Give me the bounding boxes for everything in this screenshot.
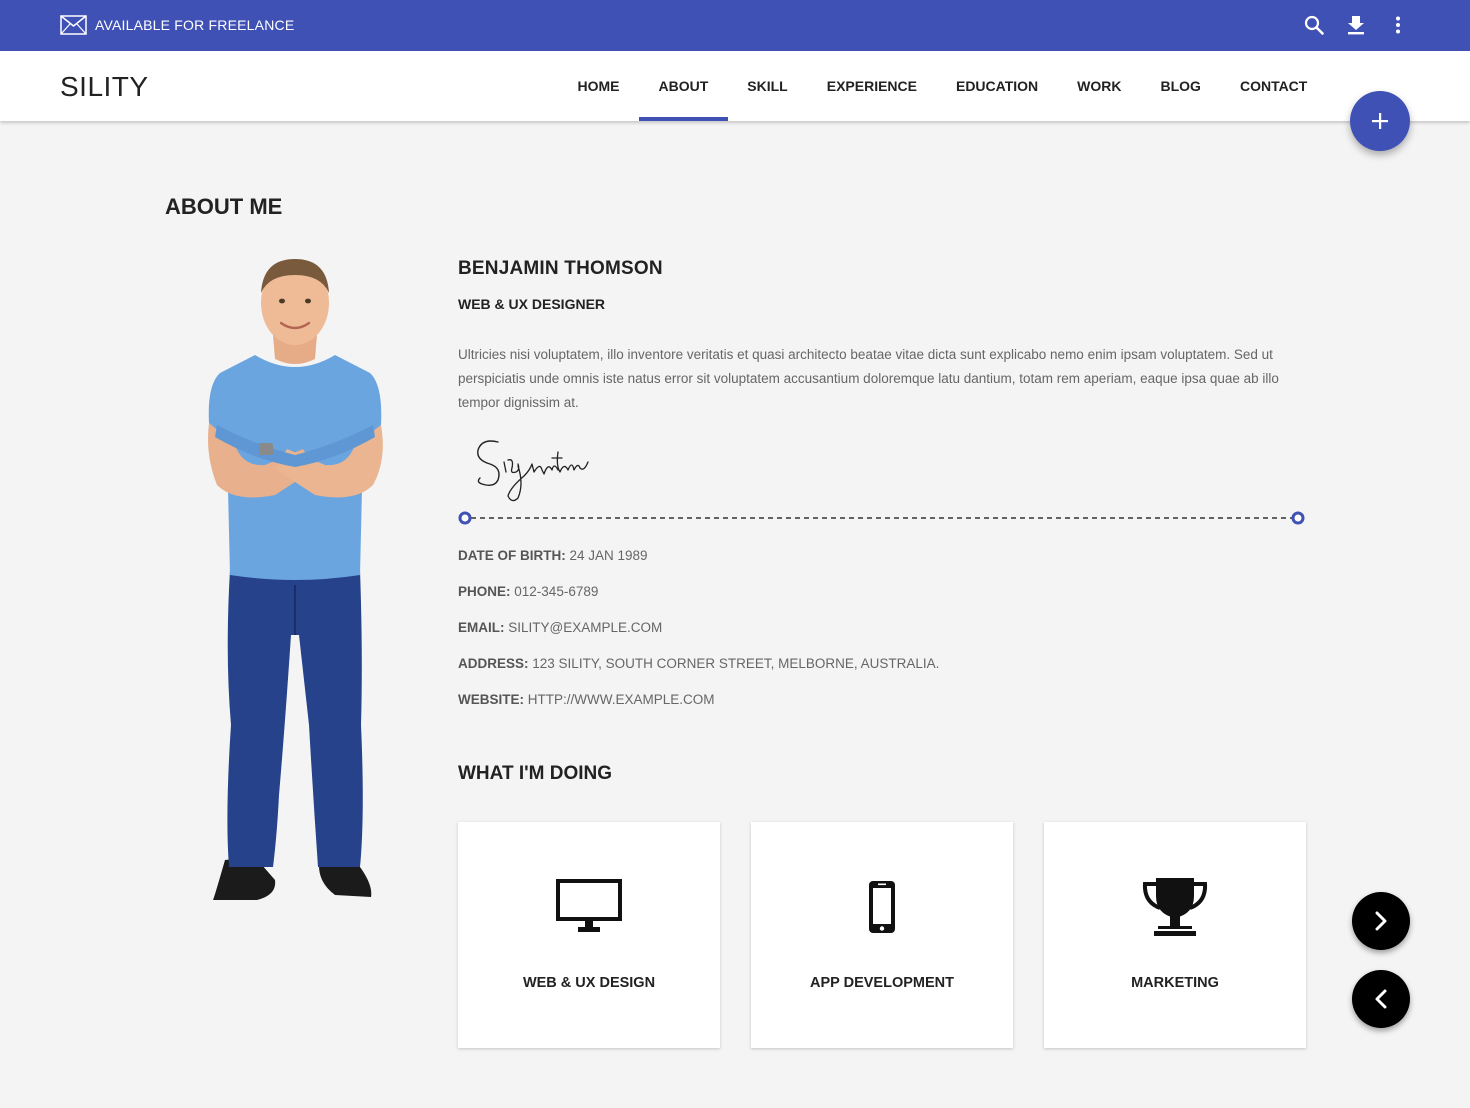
search-icon[interactable]: [1302, 13, 1326, 37]
service-card-label: APP DEVELOPMENT: [810, 975, 954, 991]
nav-menu: HOME ABOUT SKILL EXPERIENCE EDUCATION WO…: [558, 51, 1327, 121]
info-label: PHONE:: [458, 584, 511, 599]
profile-photo: [208, 259, 383, 900]
info-label: ADDRESS:: [458, 656, 529, 671]
nav-item-home[interactable]: HOME: [558, 51, 639, 121]
plus-icon: [1372, 113, 1388, 129]
next-button[interactable]: [1352, 892, 1410, 950]
service-card-label: MARKETING: [1131, 975, 1219, 991]
info-row-website: WEBSITE: HTTP://WWW.EXAMPLE.COM: [458, 690, 939, 726]
profile-name: BENJAMIN THOMSON: [458, 258, 663, 279]
timeline-divider: [458, 511, 1305, 525]
nav-item-about[interactable]: ABOUT: [639, 51, 728, 121]
phone-icon: [869, 881, 895, 933]
nav-item-education[interactable]: EDUCATION: [936, 51, 1057, 121]
service-card-label: WEB & UX DESIGN: [522, 975, 656, 991]
section-title-about: ABOUT ME: [165, 194, 283, 219]
nav-item-contact[interactable]: CONTACT: [1220, 51, 1326, 121]
service-card-web[interactable]: WEB & UX DESIGN: [458, 822, 720, 1048]
add-fab-button[interactable]: [1350, 91, 1410, 151]
main-navbar: SILITY HOME ABOUT SKILL EXPERIENCE EDUCA…: [0, 51, 1470, 121]
service-card-marketing[interactable]: MARKETING: [1044, 822, 1306, 1048]
chevron-right-icon: [1375, 911, 1387, 931]
mail-icon: [60, 15, 87, 35]
info-row-phone: PHONE: 012-345-6789: [458, 582, 939, 618]
nav-item-blog[interactable]: BLOG: [1141, 51, 1220, 121]
info-row-address: ADDRESS: 123 SILITY, SOUTH CORNER STREET…: [458, 654, 939, 690]
download-icon[interactable]: [1344, 13, 1368, 37]
info-value[interactable]: HTTP://WWW.EXAMPLE.COM: [528, 692, 715, 707]
monitor-icon: [556, 879, 622, 932]
info-label: WEBSITE:: [458, 692, 524, 707]
info-value[interactable]: SILITY@EXAMPLE.COM: [508, 620, 662, 635]
info-value: 012-345-6789: [514, 584, 599, 599]
info-label: DATE OF BIRTH:: [458, 548, 566, 563]
section-title-doing: WHAT I'M DOING: [458, 763, 613, 784]
freelance-label: AVAILABLE FOR FREELANCE: [95, 17, 295, 33]
info-row-birth: DATE OF BIRTH: 24 JAN 1989: [458, 546, 939, 582]
info-label: EMAIL:: [458, 620, 505, 635]
chevron-left-icon: [1375, 989, 1387, 1009]
more-vert-icon[interactable]: [1386, 13, 1410, 37]
personal-info: DATE OF BIRTH: 24 JAN 1989 PHONE: 012-34…: [458, 546, 939, 726]
profile-bio: Ultricies nisi voluptatem, illo inventor…: [458, 347, 1279, 410]
nav-item-experience[interactable]: EXPERIENCE: [807, 51, 936, 121]
top-bar: AVAILABLE FOR FREELANCE: [0, 0, 1470, 51]
service-card-app[interactable]: APP DEVELOPMENT: [751, 822, 1013, 1048]
previous-button[interactable]: [1352, 970, 1410, 1028]
nav-item-work[interactable]: WORK: [1058, 51, 1141, 121]
trophy-icon: [1142, 878, 1208, 936]
signature-image: [477, 440, 589, 502]
service-cards: WEB & UX DESIGN APP DEVELOPMENT MARKETIN…: [458, 822, 1306, 1048]
site-logo[interactable]: SILITY: [60, 71, 149, 103]
info-value: 123 SILITY, SOUTH CORNER STREET, MELBORN…: [532, 656, 940, 671]
info-row-email: EMAIL: SILITY@EXAMPLE.COM: [458, 618, 939, 654]
freelance-notice[interactable]: AVAILABLE FOR FREELANCE: [60, 15, 294, 35]
info-value: 24 JAN 1989: [569, 548, 648, 563]
nav-item-skill[interactable]: SKILL: [728, 51, 807, 121]
profile-role: WEB & UX DESIGNER: [458, 296, 606, 312]
